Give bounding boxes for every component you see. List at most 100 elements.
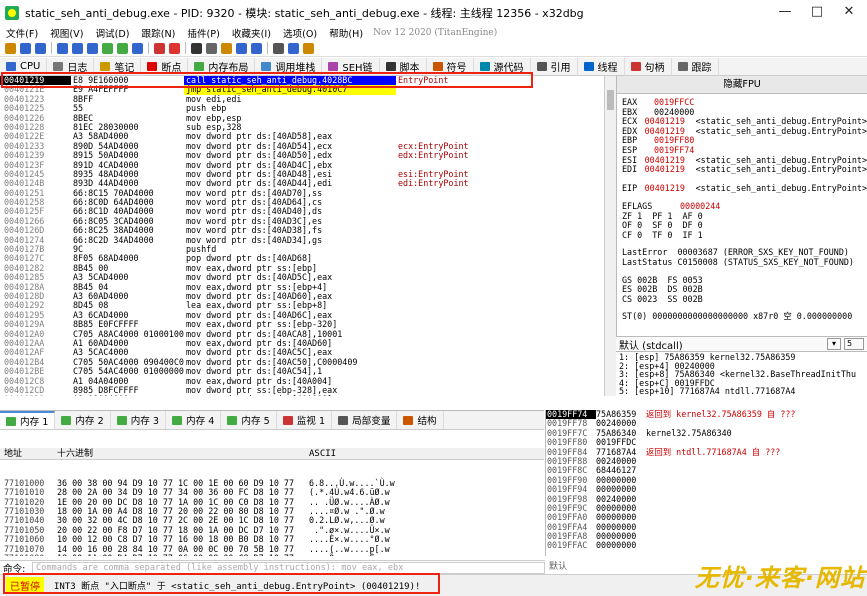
memory-dump-view[interactable]: 地址 十六进制 ASCII 77101000 36 00 38 00 94 D9 …	[0, 430, 544, 556]
step-into-icon[interactable]	[87, 42, 98, 54]
trace-into-icon[interactable]	[154, 42, 165, 54]
disassembly-view[interactable]: 00401219 E8 9E160000 call static_seh_anti_…	[0, 76, 604, 396]
tab-log[interactable]: 日志	[47, 57, 95, 76]
calc-icon[interactable]	[288, 42, 299, 54]
step-over-icon[interactable]	[102, 42, 113, 54]
tab-seh[interactable]: SEH链	[322, 57, 380, 76]
function-icon[interactable]	[236, 42, 247, 54]
dump-tab-6[interactable]: 监视 1	[277, 411, 333, 429]
tab-callstack[interactable]: 调用堆栈	[255, 57, 323, 76]
disasm-row[interactable]: 004012D3A1 08A04000mov eax,dword ptr ds:…	[0, 395, 604, 396]
disasm-row[interactable]: 00401251 66:8C15 70AD4000 mov word ptr ds:…	[0, 189, 604, 198]
disasm-row[interactable]: 004012C8 A1 04A04000 mov eax,dword ptr ds:…	[0, 377, 604, 386]
scrollbar-thumb[interactable]	[607, 90, 614, 110]
disasm-row[interactable]: 00401233 890D 54AD4000 mov dword ptr ds:[4…	[0, 142, 604, 151]
stack-row[interactable]: 0019FFAC 00000000	[546, 541, 867, 551]
stack-row[interactable]: 0019FF98 00240000	[546, 494, 867, 504]
tab-thread[interactable]: 线程	[578, 57, 625, 76]
default-engine-label[interactable]: 默认	[545, 560, 605, 574]
pause-icon[interactable]	[72, 42, 83, 54]
menu-item[interactable]: 跟踪(N)	[136, 26, 182, 40]
tab-symbol[interactable]: 符号	[427, 57, 474, 76]
disasm-row[interactable]: 004012B4 C705 50AC4000 090400C0 mov dword …	[0, 358, 604, 367]
disasm-row[interactable]: 004012BE C705 54AC4000 01000000 mov dword …	[0, 367, 604, 376]
stack-row[interactable]: 0019FF84 771687A4 返回到 ntdll.771687A4 自 ???	[546, 447, 867, 457]
stack-row[interactable]: 0019FF74 75A86359 返回到 kernel32.75A86359 自 …	[546, 410, 867, 420]
run-icon[interactable]	[57, 42, 68, 54]
stack-row[interactable]: 0019FFA8 00000000	[546, 531, 867, 541]
hex-icon[interactable]	[273, 42, 284, 54]
bookmark-icon[interactable]	[221, 42, 232, 54]
hide-fpu-button[interactable]: 隐藏FPU	[617, 76, 867, 94]
minimize-button[interactable]: —	[771, 4, 799, 19]
run-to-return-icon[interactable]	[117, 42, 128, 54]
stack-row[interactable]: 0019FFA0 00000000	[546, 512, 867, 522]
disasm-row[interactable]: 0040121E E9 A4FEFFFF jmp static_seh_anti_d…	[0, 85, 604, 95]
menu-item[interactable]: 选项(O)	[277, 26, 323, 40]
disasm-row[interactable]: 0040129A 8B85 E0FCFFFF mov eax,dword ptr s…	[0, 320, 604, 329]
tab-memory-map[interactable]: 内存布局	[188, 57, 256, 76]
dump-tab-5[interactable]: 内存 5	[221, 411, 277, 429]
menu-item[interactable]: 帮助(H)	[323, 26, 369, 40]
disasm-row[interactable]: 004012AF A3 5CAC4000 mov dword ptr ds:[40A…	[0, 348, 604, 357]
disasm-row[interactable]: 0040125F 66:8C1D 40AD4000 mov word ptr ds:…	[0, 207, 604, 216]
disasm-row[interactable]: 00401223 8BFF mov edi,edi	[0, 95, 604, 104]
register-row[interactable]: EDI 00401219 <static_seh_anti_debug.EntryP…	[622, 165, 867, 175]
register-row[interactable]: EIP 00401219 <static_seh_anti_debug.EntryP…	[622, 184, 867, 194]
run-to-user-icon[interactable]	[132, 42, 143, 54]
stack-row[interactable]: 0019FF94 00000000	[546, 484, 867, 494]
restart-icon[interactable]	[20, 42, 31, 54]
tab-handle[interactable]: 句柄	[625, 57, 672, 76]
maximize-button[interactable]: □	[803, 4, 831, 19]
dump-tab-1[interactable]: 内存 1	[0, 411, 56, 429]
disasm-row[interactable]: 0040123F 891D 4CAD4000 mov dword ptr ds:[4…	[0, 161, 604, 170]
disasm-row[interactable]: 00401292 8D45 08 lea eax,dword ptr ss:[ebp…	[0, 301, 604, 310]
trace-over-icon[interactable]	[169, 42, 180, 54]
menu-item[interactable]: 收藏夹(I)	[226, 26, 277, 40]
arg-count-spinner[interactable]: 5	[844, 338, 864, 350]
command-input[interactable]: Commands are comma separated (like assem…	[32, 561, 545, 574]
flags-row[interactable]: CF 0 TF 0 IF 1	[622, 230, 867, 241]
patch-icon[interactable]	[303, 42, 314, 54]
tab-notes[interactable]: 笔记	[94, 57, 142, 76]
argument-row[interactable]: 5: [esp+10] 771687A4 ntdll.771687A4	[619, 387, 867, 396]
disasm-row[interactable]: 00401274 66:8C2D 34AD4000 mov word ptr ds:…	[0, 236, 604, 245]
disasm-row[interactable]: 004012AA A1 60AD4000 mov eax,dword ptr ds:…	[0, 339, 604, 348]
dump-tab-2[interactable]: 内存 2	[55, 411, 111, 429]
menu-item[interactable]: 视图(V)	[44, 26, 89, 40]
close-button[interactable]: ✕	[835, 4, 863, 19]
stack-row[interactable]: 0019FF7C 75A86340 kernel32.75A86340	[546, 428, 867, 438]
tab-cpu[interactable]: CPU	[0, 57, 48, 76]
disasm-row[interactable]: 004012CD 8985 D8FCFFFF mov dword ptr ss:[e…	[0, 386, 604, 395]
disassembly-scrollbar[interactable]	[604, 76, 616, 396]
disasm-row[interactable]: 0040126D 66:8C25 38AD4000 mov word ptr ds:…	[0, 226, 604, 235]
disasm-row[interactable]: 0040128D A3 60AD4000 mov dword ptr ds:[40A…	[0, 292, 604, 301]
disasm-row[interactable]: 0040128A 8B45 04 mov eax,dword ptr ss:[ebp…	[0, 283, 604, 292]
disasm-row[interactable]: 0040122E A3 58AD4000 mov dword ptr ds:[40A…	[0, 132, 604, 141]
tab-references[interactable]: 引用	[531, 57, 578, 76]
open-icon[interactable]	[5, 42, 16, 54]
tab-script[interactable]: 脚本	[380, 57, 427, 76]
arguments-icon[interactable]	[251, 42, 262, 54]
disasm-row[interactable]: 0040124B 893D 44AD4000 mov dword ptr ds:[4…	[0, 179, 604, 188]
disasm-row[interactable]: 00401245 8935 48AD4000 mov dword ptr ds:[4…	[0, 170, 604, 179]
comment-icon[interactable]	[191, 42, 202, 54]
segment-row[interactable]: CS 0023 SS 002B	[622, 294, 867, 305]
tab-trace[interactable]: 跟踪	[672, 57, 719, 76]
menu-item[interactable]: 调试(D)	[89, 26, 135, 40]
disasm-row[interactable]: 00401282 8B45 00 mov eax,dword ptr ss:[ebp…	[0, 264, 604, 273]
dump-tab-4[interactable]: 内存 4	[166, 411, 222, 429]
close-icon[interactable]	[35, 42, 46, 54]
disasm-row[interactable]: 00401225 55 push ebp	[0, 104, 604, 113]
stack-row[interactable]: 0019FF90 00000000	[546, 475, 867, 485]
label-icon[interactable]	[206, 42, 217, 54]
disasm-row[interactable]: 00401285 A3 5CAD4000 mov dword ptr ds:[40A…	[0, 273, 604, 282]
fpu-row[interactable]: ST(0) 0000000000000000000 x87r0 空 0.0000…	[622, 312, 867, 322]
convention-dropdown-icon[interactable]: ▾	[827, 338, 841, 350]
disasm-row[interactable]: 0040127C 8F05 68AD4000 pop dword ptr ds:[4…	[0, 254, 604, 263]
stack-row[interactable]: 0019FF9C 00000000	[546, 503, 867, 513]
disasm-row[interactable]: 00401239 8915 50AD4000 mov dword ptr ds:[4…	[0, 151, 604, 160]
stack-row[interactable]: 0019FFA4 00000000	[546, 522, 867, 532]
dump-tab-3[interactable]: 内存 3	[111, 411, 167, 429]
disasm-row[interactable]: 00401295 A3 6CAD4000 mov dword ptr ds:[40A…	[0, 311, 604, 320]
